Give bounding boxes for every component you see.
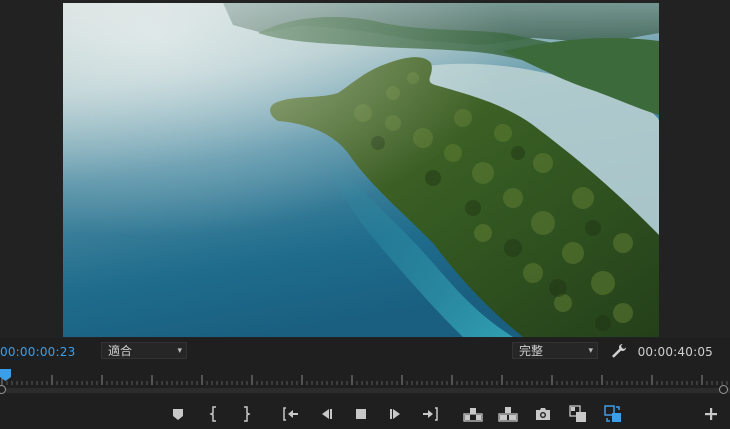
export-frame-button[interactable] bbox=[533, 404, 553, 424]
transport-controls bbox=[0, 398, 730, 429]
stop-button[interactable] bbox=[351, 404, 371, 424]
marker-icon bbox=[173, 409, 183, 420]
settings-wrench-icon[interactable] bbox=[609, 342, 627, 360]
comparison-view-icon bbox=[569, 405, 586, 422]
current-timecode[interactable]: 00:00:00:23 bbox=[0, 345, 75, 359]
step-back-button[interactable] bbox=[316, 404, 336, 424]
extract-button[interactable] bbox=[498, 404, 518, 424]
zoom-scroll-track[interactable] bbox=[0, 388, 730, 393]
comparison-view-button[interactable] bbox=[568, 404, 588, 424]
proxy-toggle-icon bbox=[604, 405, 621, 422]
stop-icon bbox=[356, 409, 366, 419]
mark-in-button[interactable] bbox=[204, 404, 224, 424]
add-marker-button[interactable] bbox=[168, 404, 188, 424]
playhead-icon[interactable] bbox=[0, 369, 11, 381]
lift-icon bbox=[463, 408, 483, 422]
step-forward-button[interactable] bbox=[386, 404, 406, 424]
mark-in-icon bbox=[209, 406, 216, 422]
mark-out-button[interactable] bbox=[236, 404, 256, 424]
duration-timecode: 00:00:40:05 bbox=[637, 345, 713, 359]
playback-resolution-value: 完整 bbox=[519, 344, 544, 358]
go-to-out-button[interactable] bbox=[420, 404, 440, 424]
aerial-island-image bbox=[63, 3, 659, 337]
camera-icon bbox=[536, 408, 550, 420]
toggle-proxies-button[interactable] bbox=[603, 404, 623, 424]
extract-icon bbox=[498, 407, 518, 422]
go-to-in-icon bbox=[283, 407, 298, 421]
step-forward-icon bbox=[390, 409, 400, 419]
lift-button[interactable] bbox=[463, 404, 483, 424]
chevron-down-icon: ▾ bbox=[177, 346, 182, 356]
step-back-icon bbox=[322, 409, 332, 419]
monitor-info-bar: 00:00:00:23 適合 ▾ 完整 ▾ 00:00:40:05 bbox=[0, 338, 730, 368]
chevron-down-icon: ▾ bbox=[588, 346, 593, 356]
go-to-in-button[interactable] bbox=[281, 404, 301, 424]
playback-resolution-select[interactable]: 完整 ▾ bbox=[512, 342, 598, 359]
time-ruler[interactable] bbox=[0, 368, 730, 398]
program-monitor-viewer bbox=[0, 0, 730, 338]
go-to-out-icon bbox=[423, 407, 438, 421]
video-frame bbox=[63, 3, 659, 337]
ruler-ticks bbox=[1, 375, 728, 385]
button-editor-button[interactable] bbox=[701, 404, 721, 424]
zoom-handle-right[interactable] bbox=[719, 385, 728, 394]
plus-icon bbox=[705, 408, 717, 420]
mark-out-icon bbox=[244, 406, 251, 422]
zoom-level-select[interactable]: 適合 ▾ bbox=[101, 342, 187, 359]
zoom-level-value: 適合 bbox=[108, 344, 133, 358]
